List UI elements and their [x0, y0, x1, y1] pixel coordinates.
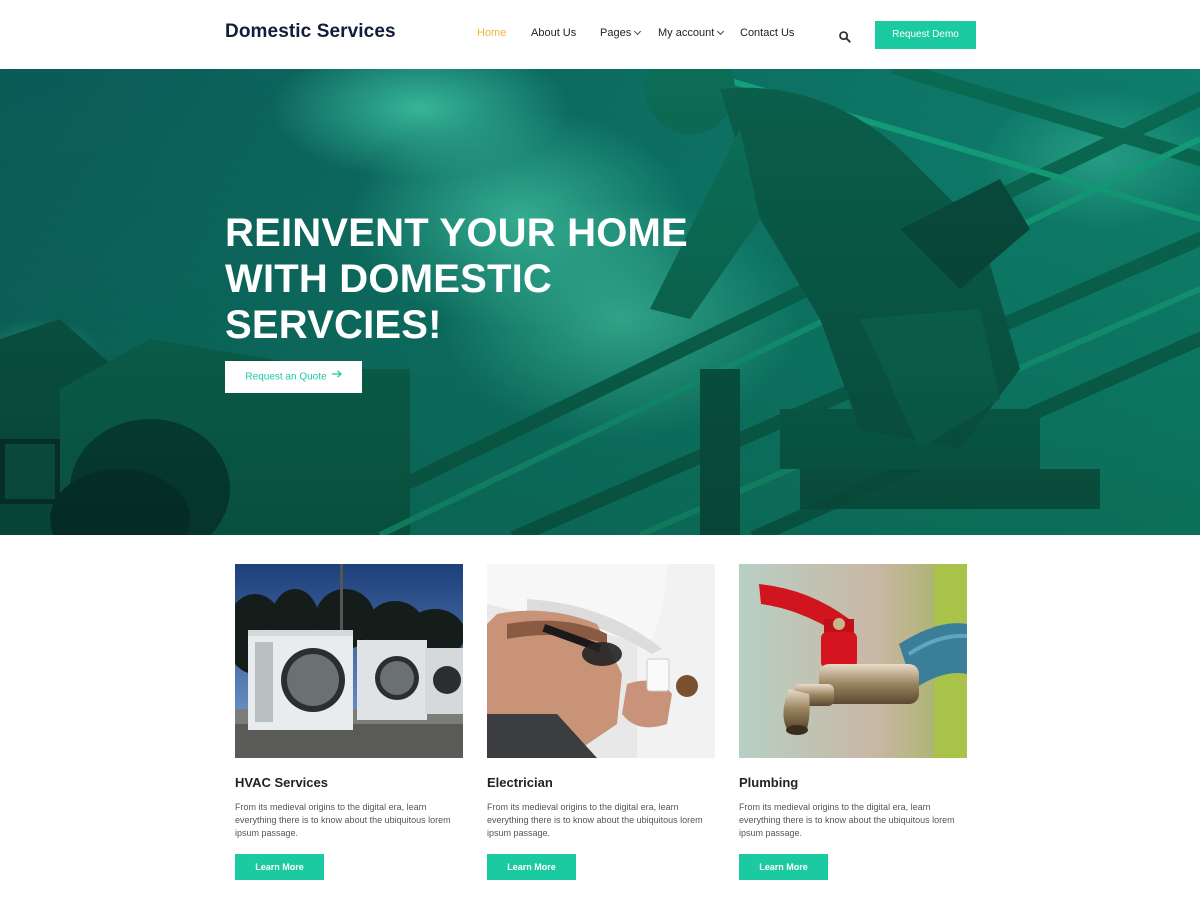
service-title: Plumbing: [739, 775, 799, 790]
nav-item-contact[interactable]: Contact Us: [740, 27, 794, 39]
request-quote-label: Request an Quote: [245, 371, 327, 383]
request-quote-button[interactable]: Request an Quote: [225, 361, 362, 393]
learn-more-button[interactable]: Learn More: [739, 854, 828, 880]
search-icon[interactable]: [838, 30, 852, 44]
site-header: Domestic Services Home About Us Pages My…: [0, 0, 1200, 69]
nav-label: Pages: [600, 27, 632, 39]
hero-banner: REINVENT YOUR HOME WITH DOMESTIC SERVCIE…: [0, 69, 1200, 535]
air-conditioner-units-photo: [235, 564, 463, 758]
nav-item-my-account[interactable]: My account: [658, 27, 725, 39]
chevron-down-icon: [717, 27, 725, 36]
service-description: From its medieval origins to the digital…: [487, 802, 703, 838]
chevron-down-icon: [634, 27, 642, 36]
arrow-right-icon: [331, 360, 342, 392]
service-title: HVAC Services: [235, 775, 328, 790]
service-description: From its medieval origins to the digital…: [739, 802, 955, 838]
nav-item-about[interactable]: About Us: [531, 27, 576, 39]
learn-more-button[interactable]: Learn More: [235, 854, 324, 880]
nav-label: Contact Us: [740, 27, 795, 39]
site-logo[interactable]: Domestic Services: [225, 21, 396, 43]
nav-item-home[interactable]: Home: [477, 27, 506, 39]
service-description: From its medieval origins to the digital…: [235, 802, 451, 838]
nav-label: My account: [658, 27, 715, 39]
faucet-valve-photo: [739, 564, 967, 758]
nav-label: Home: [477, 27, 507, 39]
hero-title: REINVENT YOUR HOME WITH DOMESTIC SERVCIE…: [225, 211, 688, 347]
service-title: Electrician: [487, 775, 553, 790]
learn-more-button[interactable]: Learn More: [487, 854, 576, 880]
nav-label: About Us: [531, 27, 577, 39]
request-demo-button[interactable]: Request Demo: [875, 21, 976, 49]
electrician-photo: [487, 564, 715, 758]
nav-item-pages[interactable]: Pages: [600, 27, 642, 39]
